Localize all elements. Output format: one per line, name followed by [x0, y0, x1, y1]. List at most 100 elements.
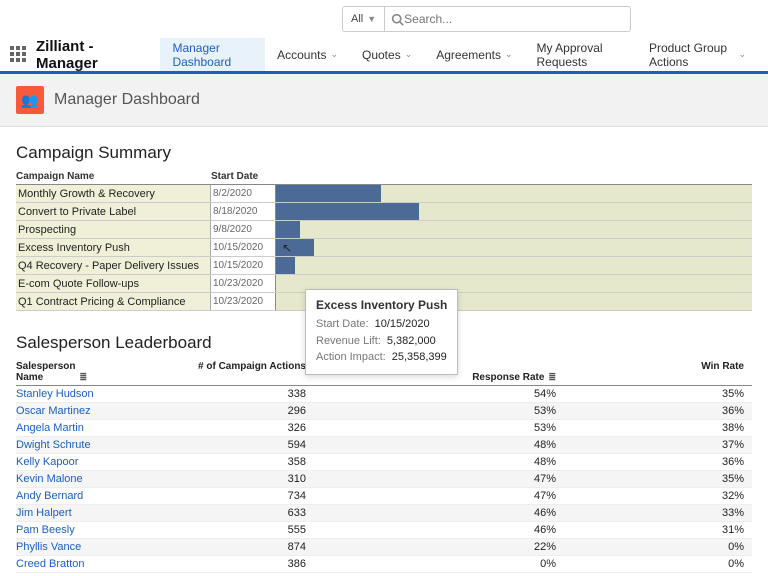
win-rate: 33% [556, 507, 752, 519]
salesperson-name[interactable]: Jim Halpert [16, 507, 156, 519]
nav-tab-product-group-actions[interactable]: Product Group Actions⌄ [637, 38, 758, 71]
tooltip-row: Revenue Lift:5,382,000 [316, 333, 447, 350]
campaign-name: Convert to Private Label [16, 203, 211, 220]
campaign-actions: 358 [156, 456, 306, 468]
salesperson-name[interactable]: Pam Beesly [16, 524, 156, 536]
campaign-row[interactable]: Prospecting9/8/2020 [16, 221, 752, 239]
campaign-bar [276, 185, 381, 202]
salesperson-name[interactable]: Phyllis Vance [16, 541, 156, 553]
leaderboard-row[interactable]: Phyllis Vance87422%0% [16, 539, 752, 556]
leaderboard-row[interactable]: Kevin Malone31047%35% [16, 471, 752, 488]
win-rate: 35% [556, 388, 752, 400]
campaign-actions: 874 [156, 541, 306, 553]
leaderboard-row[interactable]: Creed Bratton3860%0% [16, 556, 752, 573]
leaderboard-row[interactable]: Oscar Martinez29653%36% [16, 403, 752, 420]
campaign-bar-track [275, 185, 752, 202]
salesperson-name[interactable]: Dwight Schrute [16, 439, 156, 451]
response-rate: 53% [306, 422, 556, 434]
search-input[interactable] [404, 12, 624, 26]
campaign-bar-track [275, 257, 752, 274]
col-campaign-actions[interactable]: # of Campaign Actions [156, 361, 306, 383]
chevron-down-icon: ⌄ [738, 49, 746, 60]
nav-tab-my-approval-requests[interactable]: My Approval Requests [525, 38, 637, 71]
global-search[interactable]: All ▼ [342, 6, 631, 32]
campaign-actions: 555 [156, 524, 306, 536]
campaign-actions: 594 [156, 439, 306, 451]
leaderboard-row[interactable]: Dwight Schrute59448%37% [16, 437, 752, 454]
response-rate: 47% [306, 473, 556, 485]
win-rate: 32% [556, 490, 752, 502]
nav-tab-accounts[interactable]: Accounts⌄ [265, 38, 350, 71]
salesperson-name[interactable]: Oscar Martinez [16, 405, 156, 417]
campaign-bar [276, 203, 419, 220]
campaign-summary-title: Campaign Summary [16, 143, 752, 163]
leaderboard-row[interactable]: Stanley Hudson33854%35% [16, 386, 752, 403]
search-icon [391, 13, 404, 26]
response-rate: 46% [306, 507, 556, 519]
campaign-bar [276, 221, 300, 238]
campaign-name: Q4 Recovery - Paper Delivery Issues [16, 257, 211, 274]
leaderboard-row[interactable]: Kelly Kapoor35848%36% [16, 454, 752, 471]
page-header: 👥 Manager Dashboard [0, 74, 768, 127]
win-rate: 38% [556, 422, 752, 434]
search-scope-dropdown[interactable]: All ▼ [343, 7, 385, 31]
campaign-actions: 338 [156, 388, 306, 400]
salesperson-name[interactable]: Kevin Malone [16, 473, 156, 485]
win-rate: 0% [556, 541, 752, 553]
campaign-date: 9/8/2020 [211, 221, 275, 238]
salesperson-name[interactable]: Angela Martin [16, 422, 156, 434]
nav-tab-manager-dashboard[interactable]: Manager Dashboard [160, 38, 265, 71]
campaign-name: Monthly Growth & Recovery [16, 185, 211, 202]
nav-tab-quotes[interactable]: Quotes⌄ [350, 38, 424, 71]
tooltip-label: Start Date: [316, 316, 369, 333]
response-rate: 22% [306, 541, 556, 553]
campaign-bar-track [275, 221, 752, 238]
tooltip-label: Revenue Lift: [316, 333, 381, 350]
campaign-name: E-com Quote Follow-ups [16, 275, 211, 292]
leaderboard-row[interactable]: Pam Beesly55546%31% [16, 522, 752, 539]
sort-icon: ≣ [548, 372, 556, 383]
campaign-actions: 386 [156, 558, 306, 570]
campaign-row[interactable]: Excess Inventory Push10/15/2020↖ [16, 239, 752, 257]
tooltip-row: Start Date:10/15/2020 [316, 316, 447, 333]
campaign-bar [276, 257, 295, 274]
campaign-actions: 310 [156, 473, 306, 485]
chevron-down-icon: ▼ [367, 14, 376, 24]
tooltip-label: Action Impact: [316, 349, 386, 366]
col-start-date[interactable]: Start Date [211, 171, 275, 182]
campaign-name: Prospecting [16, 221, 211, 238]
response-rate: 0% [306, 558, 556, 570]
campaign-date: 8/18/2020 [211, 203, 275, 220]
page-title: Manager Dashboard [54, 91, 200, 109]
win-rate: 31% [556, 524, 752, 536]
salesperson-name[interactable]: Creed Bratton [16, 558, 156, 570]
campaign-name: Q1 Contract Pricing & Compliance [16, 293, 211, 310]
salesperson-name[interactable]: Stanley Hudson [16, 388, 156, 400]
app-launcher-icon[interactable] [10, 46, 26, 64]
campaign-actions: 734 [156, 490, 306, 502]
campaign-bar [276, 239, 314, 256]
leaderboard-row[interactable]: Angela Martin32653%38% [16, 420, 752, 437]
campaign-row[interactable]: Convert to Private Label8/18/2020 [16, 203, 752, 221]
dashboard-icon: 👥 [16, 86, 44, 114]
campaign-row[interactable]: Monthly Growth & Recovery8/2/2020 [16, 185, 752, 203]
leaderboard-row[interactable]: Andy Bernard73447%32% [16, 488, 752, 505]
col-campaign-name[interactable]: Campaign Name [16, 171, 211, 182]
nav-tab-agreements[interactable]: Agreements⌄ [424, 38, 524, 71]
response-rate: 48% [306, 456, 556, 468]
campaign-tooltip: Excess Inventory Push Start Date:10/15/2… [305, 289, 458, 375]
campaign-row[interactable]: Q4 Recovery - Paper Delivery Issues10/15… [16, 257, 752, 275]
response-rate: 48% [306, 439, 556, 451]
response-rate: 46% [306, 524, 556, 536]
win-rate: 35% [556, 473, 752, 485]
app-name: Zilliant - Manager [36, 38, 142, 72]
col-win-rate[interactable]: Win Rate [556, 361, 752, 383]
response-rate: 53% [306, 405, 556, 417]
salesperson-name[interactable]: Kelly Kapoor [16, 456, 156, 468]
global-nav: Zilliant - Manager Manager DashboardAcco… [0, 38, 768, 74]
campaign-date: 10/15/2020 [211, 257, 275, 274]
col-salesperson[interactable]: Salesperson Name≣ [16, 361, 156, 383]
salesperson-name[interactable]: Andy Bernard [16, 490, 156, 502]
win-rate: 36% [556, 405, 752, 417]
leaderboard-row[interactable]: Jim Halpert63346%33% [16, 505, 752, 522]
